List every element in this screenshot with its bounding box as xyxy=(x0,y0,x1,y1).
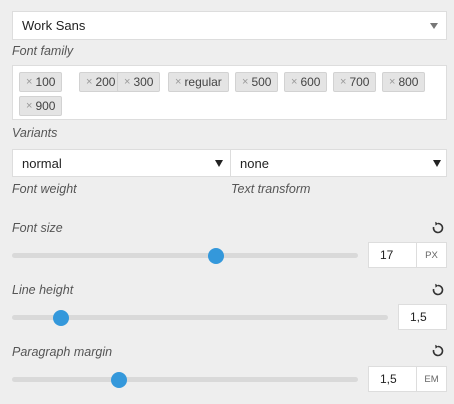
remove-icon[interactable]: × xyxy=(26,76,32,88)
variant-chip-label: 800 xyxy=(398,75,419,89)
variant-chip-label: regular xyxy=(184,75,222,89)
variant-chip-600[interactable]: × 600 xyxy=(284,72,328,92)
font-family-label: Font family xyxy=(12,44,74,58)
paragraph-margin-unit: EM xyxy=(416,367,446,391)
font-size-input[interactable]: 17 PX xyxy=(368,242,447,268)
triangle-down-icon xyxy=(430,23,438,29)
font-family-value: Work Sans xyxy=(22,18,86,33)
line-height-slider-thumb[interactable] xyxy=(52,310,69,326)
variant-chip-label: 200 xyxy=(95,75,116,89)
line-height-input[interactable]: 1,5 xyxy=(398,304,447,330)
paragraph-margin-label: Paragraph margin xyxy=(12,345,113,359)
line-height-value: 1,5 xyxy=(410,310,427,324)
remove-icon[interactable]: × xyxy=(291,76,297,88)
variant-chip-label: 600 xyxy=(300,75,321,89)
reset-icon[interactable] xyxy=(431,283,445,297)
remove-icon[interactable]: × xyxy=(26,100,32,112)
remove-icon[interactable]: × xyxy=(340,76,346,88)
variant-chip-100[interactable]: × 100 xyxy=(19,72,63,92)
font-size-value: 17 xyxy=(380,248,394,262)
variant-chip-regular[interactable]: × regular xyxy=(168,72,229,92)
font-size-label: Font size xyxy=(12,221,63,235)
remove-icon[interactable]: × xyxy=(242,76,248,88)
text-transform-select[interactable]: none xyxy=(230,149,447,177)
reset-icon[interactable] xyxy=(431,344,445,358)
font-weight-value: normal xyxy=(22,155,62,171)
variant-chip-label: 300 xyxy=(133,75,154,89)
triangle-down-icon xyxy=(433,160,441,167)
variant-chip-label: 500 xyxy=(251,75,272,89)
reset-icon[interactable] xyxy=(431,221,445,235)
variants-label: Variants xyxy=(12,126,58,140)
variant-chip-label: 700 xyxy=(349,75,370,89)
variant-chip-300[interactable]: × 300 xyxy=(117,72,161,92)
paragraph-margin-slider-thumb[interactable] xyxy=(111,372,128,388)
remove-icon[interactable]: × xyxy=(175,76,181,88)
font-size-unit: PX xyxy=(416,243,446,267)
font-weight-select[interactable]: normal xyxy=(12,149,231,177)
font-weight-label: Font weight xyxy=(12,182,77,196)
line-height-label: Line height xyxy=(12,283,74,297)
paragraph-margin-input[interactable]: 1,5 EM xyxy=(368,366,447,392)
remove-icon[interactable]: × xyxy=(389,76,395,88)
variant-chip-800[interactable]: × 800 xyxy=(382,72,426,92)
paragraph-margin-slider-track[interactable] xyxy=(12,377,358,382)
variant-chip-900[interactable]: × 900 xyxy=(19,96,63,116)
variant-chip-200[interactable]: × 200 xyxy=(79,72,123,92)
font-family-select[interactable]: Work Sans xyxy=(12,11,447,40)
variant-chip-label: 100 xyxy=(35,75,56,89)
variants-multiselect[interactable]: × 100 × 200 × 300 × regular × 500 × 600 × 700 ×… xyxy=(12,65,447,120)
variant-chip-700[interactable]: × 700 xyxy=(333,72,377,92)
text-transform-value: none xyxy=(240,155,269,171)
triangle-down-icon xyxy=(215,160,223,167)
remove-icon[interactable]: × xyxy=(86,76,92,88)
remove-icon[interactable]: × xyxy=(124,76,130,88)
font-size-slider-track[interactable] xyxy=(12,253,358,258)
variant-chip-label: 900 xyxy=(35,99,56,113)
font-size-slider-thumb[interactable] xyxy=(208,248,225,264)
variant-chip-500[interactable]: × 500 xyxy=(235,72,279,92)
paragraph-margin-value: 1,5 xyxy=(380,372,397,386)
text-transform-label: Text transform xyxy=(231,182,311,196)
